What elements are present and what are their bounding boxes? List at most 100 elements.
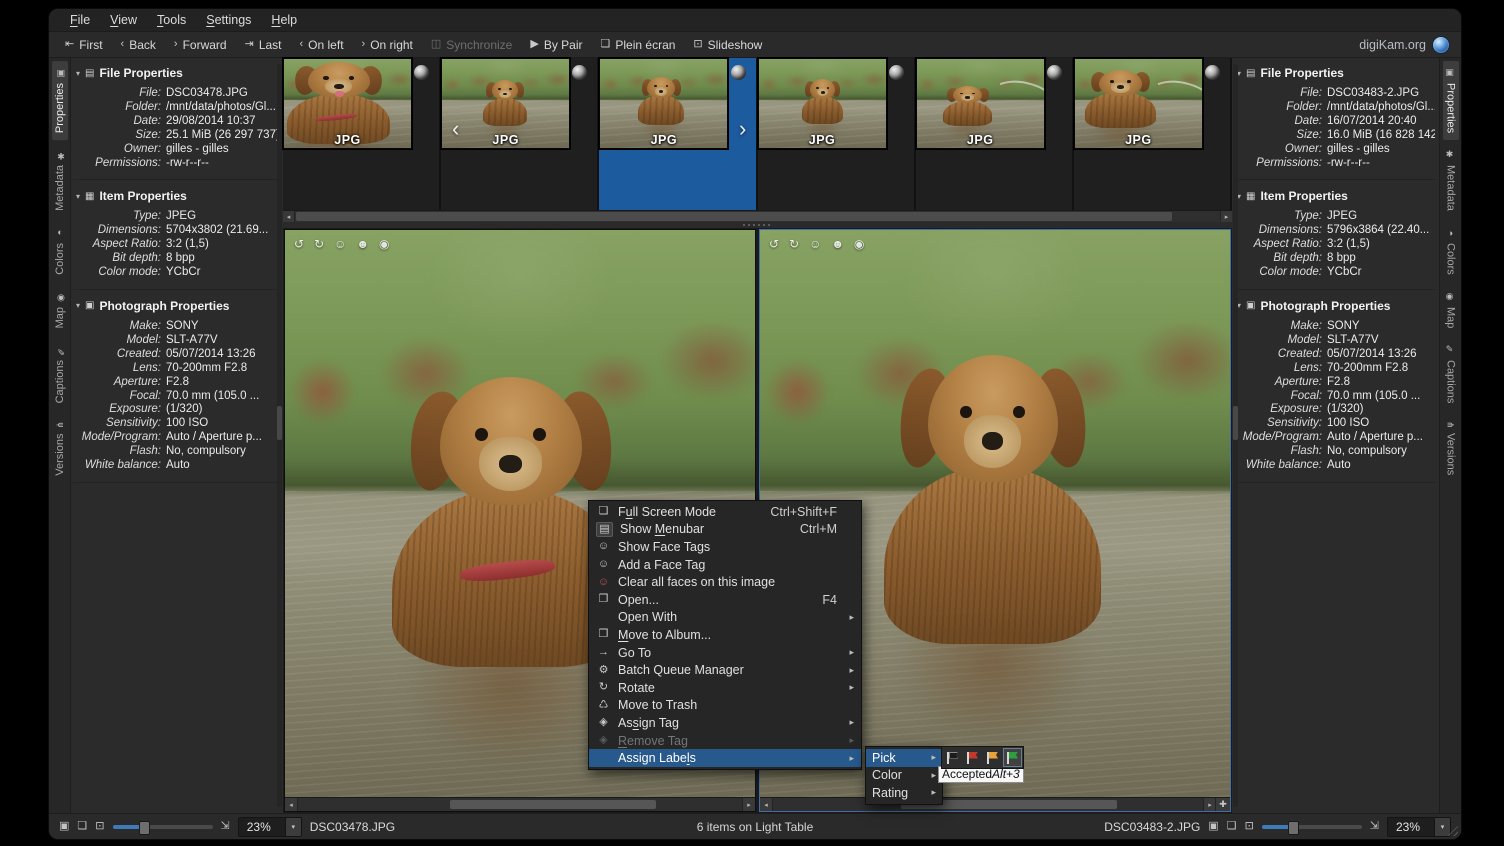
zoom-fit-icon[interactable]: ⇲ xyxy=(1370,821,1379,832)
panel-scrollbar[interactable] xyxy=(277,64,282,807)
fit-window-icon[interactable]: ❏ xyxy=(1227,821,1237,832)
menu-item-batch-queue-manager[interactable]: ⚙ Batch Queue Manager ▸ xyxy=(589,661,861,679)
scroll-left-icon[interactable]: ◂ xyxy=(283,211,295,222)
menu-item-assign-tag[interactable]: ◈ Assign Tag ▸ xyxy=(589,714,861,732)
file-properties-header[interactable]: ▾ ▤ File Properties xyxy=(1234,64,1435,87)
zoom-slider[interactable] xyxy=(113,825,213,829)
tab-metadata[interactable]: ✱ Metadata xyxy=(1443,143,1459,218)
menu-item-open-with[interactable]: Open With ▸ xyxy=(589,609,861,627)
menu-item-assign-labels[interactable]: Assign Labels ▸ xyxy=(589,749,861,767)
scrollbar-thumb[interactable] xyxy=(450,800,657,809)
menu-tools[interactable]: Tools xyxy=(148,11,195,29)
fit-selection-icon[interactable]: ⊡ xyxy=(1245,821,1254,832)
menu-item-clear-all-faces[interactable]: ☺ Clear all faces on this image xyxy=(589,573,861,591)
rotate-right-icon[interactable]: ↻ xyxy=(789,237,799,251)
tab-properties[interactable]: ▣ Properties xyxy=(1443,61,1459,140)
menu-file[interactable]: File xyxy=(61,11,99,29)
rotate-right-icon[interactable]: ↻ xyxy=(314,237,324,251)
menu-item-show-menubar[interactable]: ▤ Show Menubar Ctrl+M xyxy=(589,521,861,539)
chevron-down-icon[interactable]: ▾ xyxy=(285,818,301,836)
scroll-left-icon[interactable]: ◂ xyxy=(760,798,773,811)
tab-map[interactable]: Map ◉ xyxy=(52,285,68,335)
menu-help[interactable]: Help xyxy=(262,11,306,29)
zoom-fit-icon[interactable]: ⇲ xyxy=(221,821,230,832)
on-right-button[interactable]: › On right xyxy=(354,35,421,55)
menu-item-move-to-album[interactable]: ❒ Move to Album... xyxy=(589,626,861,644)
first-button[interactable]: ⇤ First xyxy=(57,35,111,55)
forward-button[interactable]: › Forward xyxy=(166,35,235,55)
flag-button[interactable] xyxy=(1003,748,1022,767)
submenu-rating[interactable]: Rating ▸ xyxy=(866,784,942,802)
item-properties-header[interactable]: ▾ ▦ Item Properties xyxy=(73,187,279,210)
on-left-button[interactable]: ‹ On left xyxy=(292,35,352,55)
panel-scrollbar[interactable] xyxy=(1233,64,1238,807)
flag-button[interactable] xyxy=(963,748,982,767)
submenu-color[interactable]: Color ▸ xyxy=(866,767,942,785)
zoom-100-icon[interactable]: ▣ xyxy=(59,821,69,832)
tab-versions[interactable]: Versions ⋔ xyxy=(52,414,68,483)
file-properties-header[interactable]: ▾ ▤ File Properties xyxy=(73,64,279,87)
zoom-level-dropdown[interactable]: 23% ▾ xyxy=(238,817,302,837)
thumbnail-item[interactable]: JPG xyxy=(1074,58,1232,210)
add-face-tag-icon[interactable]: ☻ xyxy=(831,237,844,251)
slideshow-icon[interactable]: ◉ xyxy=(854,237,864,251)
submenu-pick[interactable]: Pick ▸ xyxy=(866,749,942,767)
thumbnail-item[interactable]: JPG xyxy=(283,58,441,210)
tab-properties[interactable]: Properties ▣ xyxy=(52,61,68,140)
menu-item-remove-tag[interactable]: ◈ Remove Tag ▸ xyxy=(589,732,861,750)
pan-icon[interactable]: ✚ xyxy=(1215,798,1230,811)
fullscreen-button[interactable]: ❏ Plein écran xyxy=(593,35,684,55)
slideshow-icon[interactable]: ◉ xyxy=(379,237,389,251)
scrollbar-thumb[interactable] xyxy=(296,212,1172,221)
synchronize-button[interactable]: ◫ Synchronize xyxy=(423,35,520,55)
zoom-level-dropdown[interactable]: 23% ▾ xyxy=(1387,817,1451,837)
photograph-properties-header[interactable]: ▾ ▣ Photograph Properties xyxy=(1234,297,1435,320)
fit-selection-icon[interactable]: ⊡ xyxy=(95,821,104,832)
chevron-down-icon[interactable]: ▾ xyxy=(1434,818,1450,836)
thumbnail-item[interactable]: JPG xyxy=(599,58,757,210)
thumbnail-item[interactable]: JPG xyxy=(441,58,599,210)
photograph-properties-header[interactable]: ▾ ▣ Photograph Properties xyxy=(73,297,279,320)
thumbnail-scrollbar[interactable]: ◂ ▸ xyxy=(283,210,1232,222)
fit-window-icon[interactable]: ❏ xyxy=(77,821,87,832)
menu-item-full-screen-mode[interactable]: ❏ Full Screen Mode Ctrl+Shift+F xyxy=(589,503,861,521)
menu-view[interactable]: View xyxy=(101,11,146,29)
add-face-tag-icon[interactable]: ☻ xyxy=(356,237,369,251)
menu-item-show-face-tags[interactable]: ☺ Show Face Tags xyxy=(589,538,861,556)
chevron-left-icon[interactable]: ‹ xyxy=(452,116,459,142)
tab-colors[interactable]: Colors ◑ xyxy=(52,221,68,282)
menu-item-move-to-trash[interactable]: ♺ Move to Trash xyxy=(589,697,861,715)
last-button[interactable]: ⇥ Last xyxy=(237,35,290,55)
right-pane-scrollbar[interactable]: ◂ ▸ ✚ xyxy=(760,797,1230,811)
tab-captions[interactable]: Captions ✎ xyxy=(52,338,68,410)
zoom-100-icon[interactable]: ▣ xyxy=(1208,821,1218,832)
menu-settings[interactable]: Settings xyxy=(197,11,260,29)
tab-captions[interactable]: ✎ Captions xyxy=(1443,338,1459,410)
show-face-tags-icon[interactable]: ☺ xyxy=(809,237,821,251)
tab-metadata[interactable]: Metadata ✱ xyxy=(52,143,68,218)
show-face-tags-icon[interactable]: ☺ xyxy=(334,237,346,251)
thumbnail-item[interactable]: JPG xyxy=(758,58,916,210)
scroll-right-icon[interactable]: ▸ xyxy=(742,798,755,811)
by-pair-button[interactable]: ▶ By Pair xyxy=(522,35,590,55)
flag-button[interactable] xyxy=(943,748,962,767)
chevron-right-icon[interactable]: › xyxy=(739,116,746,142)
menu-item-open[interactable]: ❐ Open... F4 xyxy=(589,591,861,609)
left-pane-scrollbar[interactable]: ◂ ▸ xyxy=(285,797,755,811)
slideshow-button[interactable]: ⊡ Slideshow xyxy=(685,35,770,55)
item-properties-header[interactable]: ▾ ▦ Item Properties xyxy=(1234,187,1435,210)
rotate-left-icon[interactable]: ↺ xyxy=(769,237,779,251)
tab-map[interactable]: ◉ Map xyxy=(1443,285,1459,335)
menu-item-add-a-face-tag[interactable]: ☺ Add a Face Tag xyxy=(589,556,861,574)
menu-item-go-to[interactable]: → Go To ▸ xyxy=(589,644,861,662)
back-button[interactable]: ‹ Back xyxy=(113,35,164,55)
scroll-right-icon[interactable]: ▸ xyxy=(1220,211,1232,222)
rotate-left-icon[interactable]: ↺ xyxy=(294,237,304,251)
tab-colors[interactable]: ◑ Colors xyxy=(1443,221,1459,282)
tab-versions[interactable]: ⋔ Versions xyxy=(1443,414,1459,483)
scroll-left-icon[interactable]: ◂ xyxy=(285,798,298,811)
thumbnail-item[interactable]: JPG xyxy=(916,58,1074,210)
zoom-slider[interactable] xyxy=(1262,825,1362,829)
flag-button[interactable] xyxy=(983,748,1002,767)
menu-item-rotate[interactable]: ↻ Rotate ▸ xyxy=(589,679,861,697)
